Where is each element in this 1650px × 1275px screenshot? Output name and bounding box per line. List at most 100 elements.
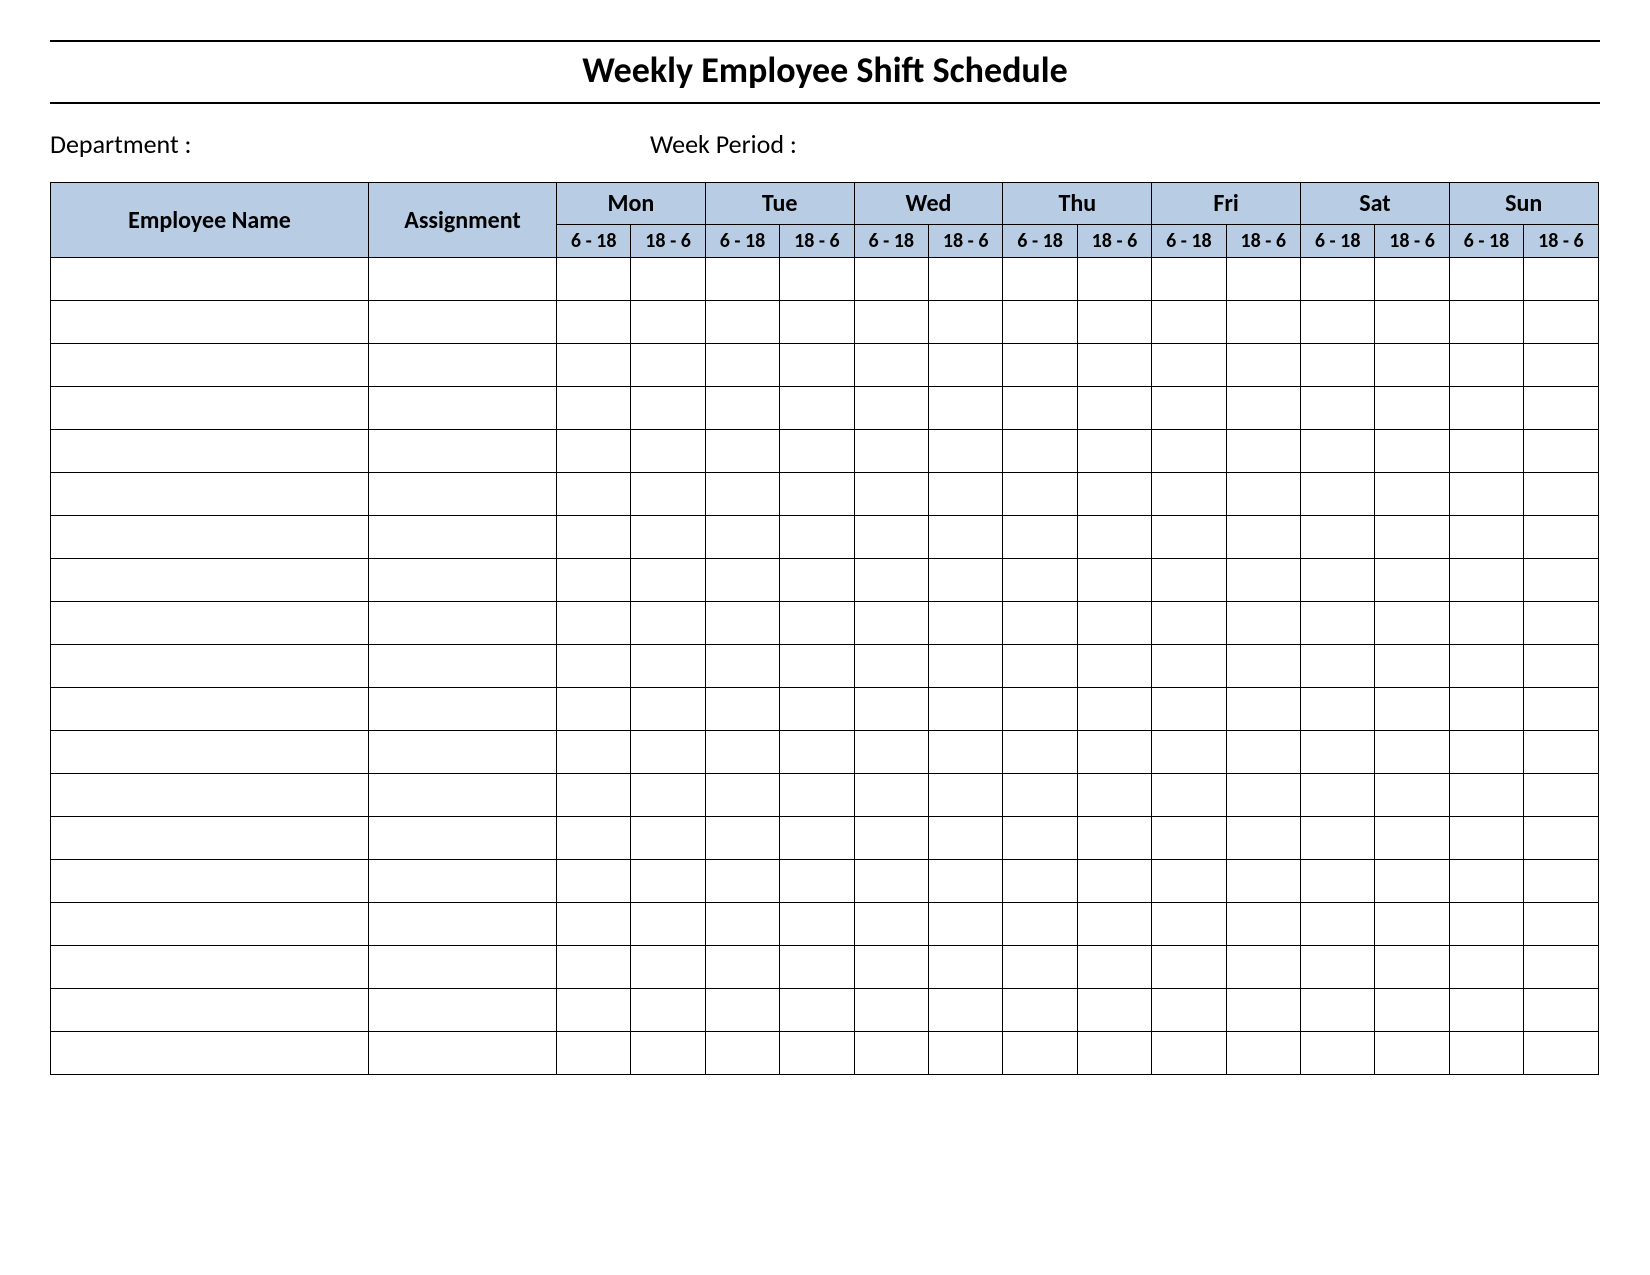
table-cell[interactable] xyxy=(780,731,854,774)
table-cell[interactable] xyxy=(631,430,705,473)
table-cell[interactable] xyxy=(854,344,928,387)
table-cell[interactable] xyxy=(1226,688,1300,731)
table-cell[interactable] xyxy=(1449,688,1523,731)
table-cell[interactable] xyxy=(1375,903,1449,946)
table-cell[interactable] xyxy=(1449,774,1523,817)
table-cell[interactable] xyxy=(1300,301,1374,344)
table-cell[interactable] xyxy=(631,774,705,817)
table-cell[interactable] xyxy=(1003,860,1077,903)
table-cell[interactable] xyxy=(1077,516,1151,559)
table-cell[interactable] xyxy=(369,344,557,387)
table-cell[interactable] xyxy=(369,301,557,344)
table-cell[interactable] xyxy=(1226,344,1300,387)
table-cell[interactable] xyxy=(369,516,557,559)
table-cell[interactable] xyxy=(1375,989,1449,1032)
table-cell[interactable] xyxy=(1449,989,1523,1032)
table-cell[interactable] xyxy=(928,989,1002,1032)
table-cell[interactable] xyxy=(1003,903,1077,946)
table-cell[interactable] xyxy=(1077,989,1151,1032)
table-cell[interactable] xyxy=(1300,946,1374,989)
table-cell[interactable] xyxy=(1375,430,1449,473)
table-cell[interactable] xyxy=(1375,645,1449,688)
table-cell[interactable] xyxy=(928,258,1002,301)
table-cell[interactable] xyxy=(369,602,557,645)
table-cell[interactable] xyxy=(557,559,631,602)
table-cell[interactable] xyxy=(51,860,369,903)
table-cell[interactable] xyxy=(557,473,631,516)
table-cell[interactable] xyxy=(1226,258,1300,301)
table-cell[interactable] xyxy=(369,946,557,989)
table-cell[interactable] xyxy=(928,387,1002,430)
table-cell[interactable] xyxy=(1226,559,1300,602)
table-cell[interactable] xyxy=(1077,1032,1151,1075)
table-cell[interactable] xyxy=(1003,731,1077,774)
table-cell[interactable] xyxy=(631,602,705,645)
table-cell[interactable] xyxy=(1003,559,1077,602)
table-cell[interactable] xyxy=(1226,516,1300,559)
table-cell[interactable] xyxy=(1152,387,1226,430)
table-cell[interactable] xyxy=(928,301,1002,344)
table-cell[interactable] xyxy=(928,473,1002,516)
table-cell[interactable] xyxy=(705,645,779,688)
table-cell[interactable] xyxy=(1003,645,1077,688)
table-cell[interactable] xyxy=(928,903,1002,946)
table-cell[interactable] xyxy=(1375,688,1449,731)
table-cell[interactable] xyxy=(1449,1032,1523,1075)
table-cell[interactable] xyxy=(854,559,928,602)
table-cell[interactable] xyxy=(1375,301,1449,344)
table-cell[interactable] xyxy=(51,516,369,559)
table-cell[interactable] xyxy=(1226,430,1300,473)
table-cell[interactable] xyxy=(1449,473,1523,516)
table-cell[interactable] xyxy=(1226,731,1300,774)
table-cell[interactable] xyxy=(1300,645,1374,688)
table-cell[interactable] xyxy=(1003,688,1077,731)
table-cell[interactable] xyxy=(1152,688,1226,731)
table-cell[interactable] xyxy=(51,473,369,516)
table-cell[interactable] xyxy=(51,258,369,301)
table-cell[interactable] xyxy=(780,817,854,860)
table-cell[interactable] xyxy=(369,645,557,688)
table-cell[interactable] xyxy=(1152,1032,1226,1075)
table-cell[interactable] xyxy=(780,903,854,946)
table-cell[interactable] xyxy=(1524,946,1598,989)
table-cell[interactable] xyxy=(557,516,631,559)
table-cell[interactable] xyxy=(1226,989,1300,1032)
table-cell[interactable] xyxy=(854,946,928,989)
table-cell[interactable] xyxy=(1300,387,1374,430)
table-cell[interactable] xyxy=(557,860,631,903)
table-cell[interactable] xyxy=(705,516,779,559)
table-cell[interactable] xyxy=(1077,645,1151,688)
table-cell[interactable] xyxy=(1300,344,1374,387)
table-cell[interactable] xyxy=(705,731,779,774)
table-cell[interactable] xyxy=(1226,301,1300,344)
table-cell[interactable] xyxy=(557,602,631,645)
table-cell[interactable] xyxy=(1449,301,1523,344)
table-cell[interactable] xyxy=(705,903,779,946)
table-cell[interactable] xyxy=(1152,430,1226,473)
table-cell[interactable] xyxy=(1077,301,1151,344)
table-cell[interactable] xyxy=(1375,387,1449,430)
table-cell[interactable] xyxy=(854,645,928,688)
table-cell[interactable] xyxy=(1375,516,1449,559)
table-cell[interactable] xyxy=(1449,559,1523,602)
table-cell[interactable] xyxy=(631,645,705,688)
table-cell[interactable] xyxy=(51,731,369,774)
table-cell[interactable] xyxy=(51,559,369,602)
table-cell[interactable] xyxy=(369,387,557,430)
table-cell[interactable] xyxy=(780,430,854,473)
table-cell[interactable] xyxy=(1077,946,1151,989)
table-cell[interactable] xyxy=(369,774,557,817)
table-cell[interactable] xyxy=(51,946,369,989)
table-cell[interactable] xyxy=(1300,430,1374,473)
table-cell[interactable] xyxy=(1524,258,1598,301)
table-cell[interactable] xyxy=(1524,989,1598,1032)
table-cell[interactable] xyxy=(1375,602,1449,645)
table-cell[interactable] xyxy=(705,1032,779,1075)
table-cell[interactable] xyxy=(1300,817,1374,860)
table-cell[interactable] xyxy=(369,903,557,946)
table-cell[interactable] xyxy=(705,860,779,903)
table-cell[interactable] xyxy=(1077,387,1151,430)
table-cell[interactable] xyxy=(631,1032,705,1075)
table-cell[interactable] xyxy=(631,688,705,731)
table-cell[interactable] xyxy=(557,645,631,688)
